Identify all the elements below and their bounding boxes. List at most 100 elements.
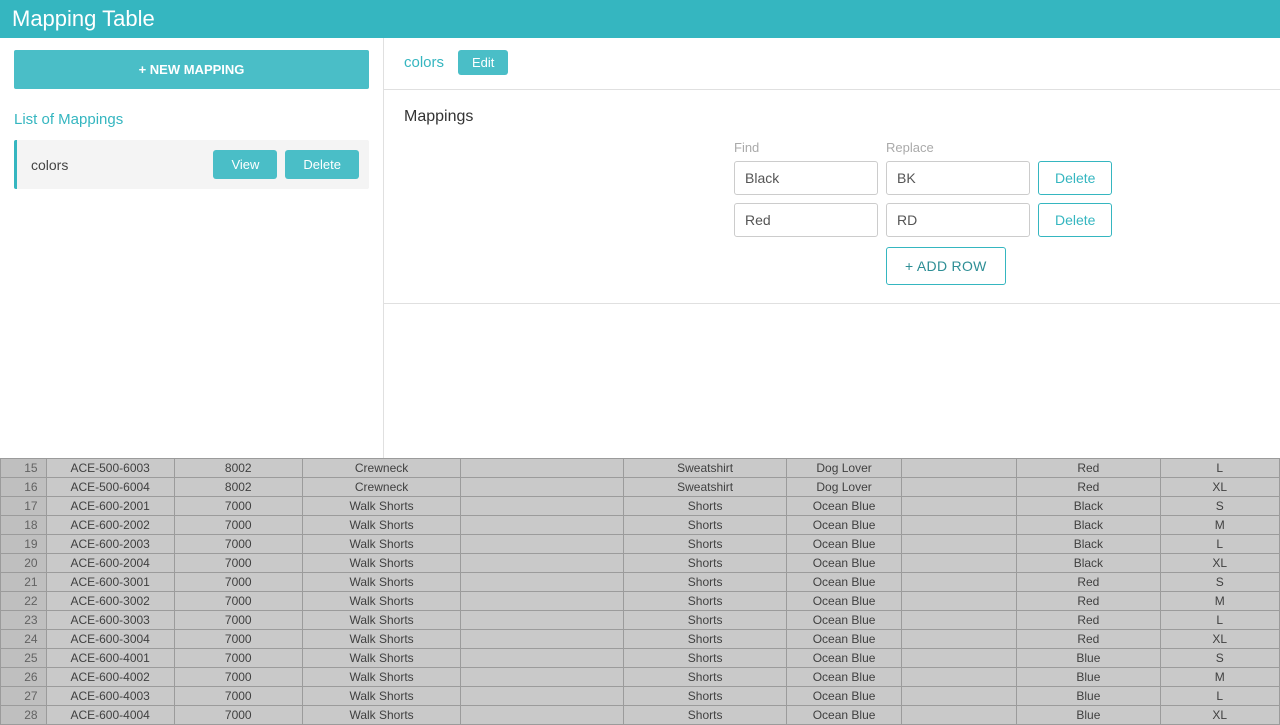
cell-sku[interactable]: ACE-600-2003 xyxy=(46,535,174,554)
cell-color[interactable]: Blue xyxy=(1017,687,1160,706)
cell-code[interactable]: 7000 xyxy=(174,592,302,611)
cell-style[interactable]: Walk Shorts xyxy=(302,554,461,573)
cell-theme[interactable]: Ocean Blue xyxy=(787,592,902,611)
cell-code[interactable]: 7000 xyxy=(174,687,302,706)
cell-style[interactable]: Walk Shorts xyxy=(302,611,461,630)
table-row[interactable]: 20ACE-600-20047000Walk ShortsShortsOcean… xyxy=(1,554,1280,573)
cell-style[interactable]: Walk Shorts xyxy=(302,497,461,516)
delete-row-button[interactable]: Delete xyxy=(1038,161,1112,195)
cell-theme[interactable]: Ocean Blue xyxy=(787,630,902,649)
cell-theme[interactable]: Ocean Blue xyxy=(787,516,902,535)
cell-color[interactable]: Blue xyxy=(1017,706,1160,725)
cell-size[interactable]: XL xyxy=(1160,630,1279,649)
cell-theme[interactable]: Ocean Blue xyxy=(787,668,902,687)
cell-blank[interactable] xyxy=(902,649,1017,668)
cell-color[interactable]: Red xyxy=(1017,573,1160,592)
cell-blank[interactable] xyxy=(902,592,1017,611)
cell-code[interactable]: 7000 xyxy=(174,630,302,649)
cell-style[interactable]: Crewneck xyxy=(302,459,461,478)
cell-blank[interactable] xyxy=(902,535,1017,554)
cell-color[interactable]: Black xyxy=(1017,497,1160,516)
cell-color[interactable]: Red xyxy=(1017,630,1160,649)
cell-theme[interactable]: Ocean Blue xyxy=(787,535,902,554)
replace-input[interactable] xyxy=(886,161,1030,195)
cell-blank[interactable] xyxy=(461,611,624,630)
cell-category[interactable]: Sweatshirt xyxy=(624,478,787,497)
cell-theme[interactable]: Ocean Blue xyxy=(787,687,902,706)
cell-code[interactable]: 7000 xyxy=(174,554,302,573)
mapping-list-item[interactable]: colors View Delete xyxy=(14,140,369,189)
cell-style[interactable]: Walk Shorts xyxy=(302,668,461,687)
cell-code[interactable]: 7000 xyxy=(174,706,302,725)
cell-theme[interactable]: Ocean Blue xyxy=(787,573,902,592)
cell-code[interactable]: 7000 xyxy=(174,497,302,516)
cell-blank[interactable] xyxy=(461,554,624,573)
cell-category[interactable]: Shorts xyxy=(624,516,787,535)
cell-style[interactable]: Walk Shorts xyxy=(302,630,461,649)
find-input[interactable] xyxy=(734,161,878,195)
cell-category[interactable]: Shorts xyxy=(624,497,787,516)
table-row[interactable]: 16ACE-500-60048002CrewneckSweatshirtDog … xyxy=(1,478,1280,497)
cell-theme[interactable]: Dog Lover xyxy=(787,478,902,497)
cell-theme[interactable]: Dog Lover xyxy=(787,459,902,478)
cell-blank[interactable] xyxy=(902,516,1017,535)
cell-code[interactable]: 7000 xyxy=(174,668,302,687)
cell-size[interactable]: XL xyxy=(1160,554,1279,573)
cell-size[interactable]: L xyxy=(1160,459,1279,478)
table-row[interactable]: 22ACE-600-30027000Walk ShortsShortsOcean… xyxy=(1,592,1280,611)
cell-size[interactable]: S xyxy=(1160,497,1279,516)
cell-blank[interactable] xyxy=(461,592,624,611)
cell-blank[interactable] xyxy=(461,516,624,535)
cell-color[interactable]: Black xyxy=(1017,516,1160,535)
cell-category[interactable]: Shorts xyxy=(624,687,787,706)
cell-blank[interactable] xyxy=(902,459,1017,478)
cell-blank[interactable] xyxy=(461,687,624,706)
cell-category[interactable]: Shorts xyxy=(624,554,787,573)
cell-style[interactable]: Walk Shorts xyxy=(302,573,461,592)
cell-code[interactable]: 7000 xyxy=(174,516,302,535)
cell-size[interactable]: XL xyxy=(1160,478,1279,497)
edit-button[interactable]: Edit xyxy=(458,50,508,75)
cell-size[interactable]: XL xyxy=(1160,706,1279,725)
cell-category[interactable]: Shorts xyxy=(624,668,787,687)
cell-sku[interactable]: ACE-600-2001 xyxy=(46,497,174,516)
cell-color[interactable]: Black xyxy=(1017,535,1160,554)
table-row[interactable]: 19ACE-600-20037000Walk ShortsShortsOcean… xyxy=(1,535,1280,554)
cell-sku[interactable]: ACE-600-2004 xyxy=(46,554,174,573)
cell-blank[interactable] xyxy=(902,554,1017,573)
cell-color[interactable]: Red xyxy=(1017,459,1160,478)
cell-blank[interactable] xyxy=(902,687,1017,706)
add-row-button[interactable]: + ADD ROW xyxy=(886,247,1006,285)
cell-category[interactable]: Shorts xyxy=(624,535,787,554)
delete-row-button[interactable]: Delete xyxy=(1038,203,1112,237)
cell-theme[interactable]: Ocean Blue xyxy=(787,706,902,725)
cell-color[interactable]: Red xyxy=(1017,478,1160,497)
cell-size[interactable]: S xyxy=(1160,649,1279,668)
table-row[interactable]: 18ACE-600-20027000Walk ShortsShortsOcean… xyxy=(1,516,1280,535)
cell-code[interactable]: 8002 xyxy=(174,459,302,478)
cell-size[interactable]: L xyxy=(1160,535,1279,554)
cell-size[interactable]: L xyxy=(1160,611,1279,630)
find-input[interactable] xyxy=(734,203,878,237)
cell-code[interactable]: 7000 xyxy=(174,535,302,554)
cell-style[interactable]: Walk Shorts xyxy=(302,535,461,554)
cell-theme[interactable]: Ocean Blue xyxy=(787,611,902,630)
cell-size[interactable]: M xyxy=(1160,592,1279,611)
cell-sku[interactable]: ACE-600-4003 xyxy=(46,687,174,706)
cell-blank[interactable] xyxy=(461,497,624,516)
cell-category[interactable]: Shorts xyxy=(624,573,787,592)
table-row[interactable]: 15ACE-500-60038002CrewneckSweatshirtDog … xyxy=(1,459,1280,478)
delete-button[interactable]: Delete xyxy=(285,150,359,179)
cell-style[interactable]: Walk Shorts xyxy=(302,592,461,611)
table-row[interactable]: 23ACE-600-30037000Walk ShortsShortsOcean… xyxy=(1,611,1280,630)
cell-style[interactable]: Walk Shorts xyxy=(302,687,461,706)
cell-blank[interactable] xyxy=(902,497,1017,516)
cell-sku[interactable]: ACE-600-3001 xyxy=(46,573,174,592)
cell-color[interactable]: Red xyxy=(1017,611,1160,630)
table-row[interactable]: 17ACE-600-20017000Walk ShortsShortsOcean… xyxy=(1,497,1280,516)
cell-blank[interactable] xyxy=(902,630,1017,649)
cell-code[interactable]: 7000 xyxy=(174,573,302,592)
cell-blank[interactable] xyxy=(902,706,1017,725)
cell-style[interactable]: Walk Shorts xyxy=(302,516,461,535)
cell-color[interactable]: Blue xyxy=(1017,668,1160,687)
